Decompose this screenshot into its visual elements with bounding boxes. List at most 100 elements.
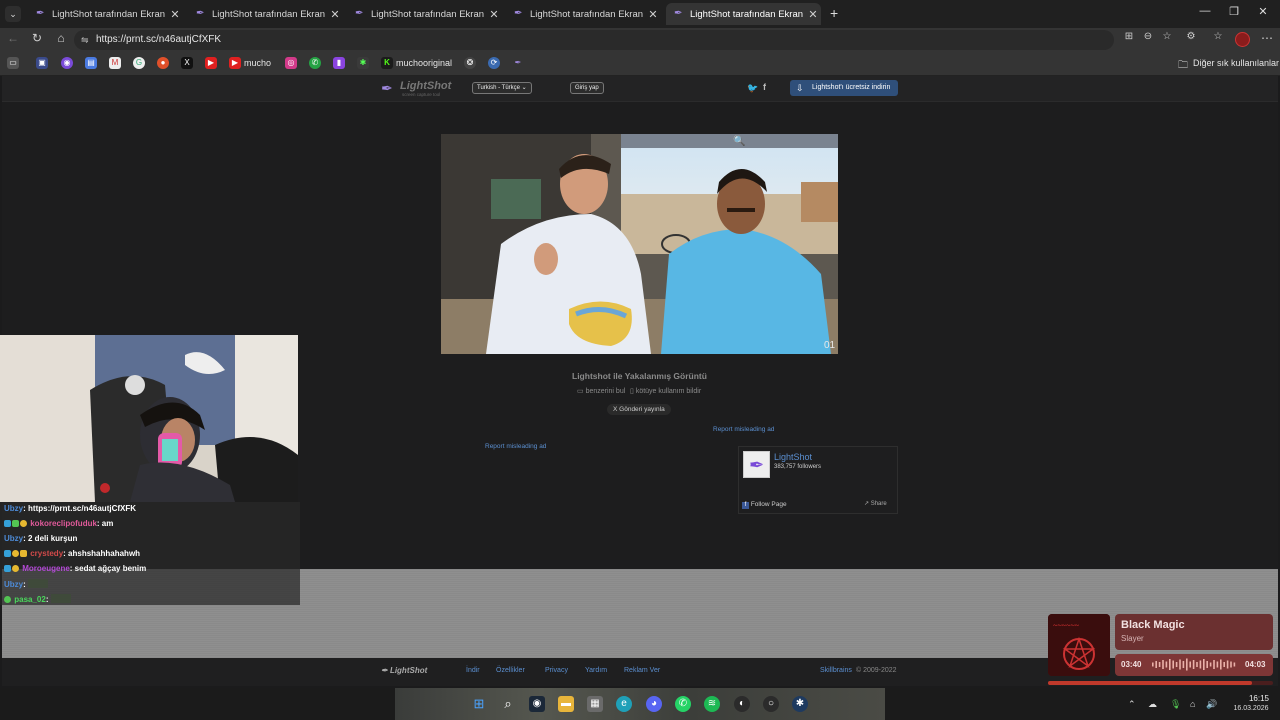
- footer-link-privacy[interactable]: Privacy: [545, 667, 568, 674]
- edge-icon[interactable]: e: [616, 696, 632, 712]
- youtube-mucho-icon[interactable]: ▶: [229, 57, 241, 69]
- language-select[interactable]: Turkish - Türkçe ⌄: [472, 82, 532, 94]
- footer-link-help[interactable]: Yardım: [585, 667, 607, 674]
- whatsapp-icon[interactable]: ✆: [675, 696, 691, 712]
- zoom-icon[interactable]: ⊖: [1139, 31, 1157, 42]
- discord-icon[interactable]: ◕: [646, 696, 662, 712]
- lightshot-logo[interactable]: LightShot: [400, 80, 451, 92]
- whatsapp-icon[interactable]: ✆: [309, 57, 321, 69]
- bookmark-icon-2[interactable]: ▣: [36, 57, 48, 69]
- back-icon[interactable]: ←: [4, 31, 22, 45]
- address-bar[interactable]: ⇋ https://prnt.sc/n46autjCfXFK: [74, 30, 1114, 50]
- maximize-icon[interactable]: ❐: [1219, 5, 1249, 18]
- bookmark-icon-5[interactable]: ❂: [464, 57, 476, 69]
- volume-icon[interactable]: 🔊: [1206, 699, 1217, 710]
- network-icon[interactable]: ⌂: [1190, 699, 1195, 709]
- kick-icon[interactable]: ✱: [357, 57, 369, 69]
- google-icon[interactable]: G: [133, 57, 145, 69]
- report-misleading-ad-link[interactable]: Report misleading ad: [713, 426, 774, 433]
- close-icon[interactable]: ✕: [486, 8, 502, 21]
- twitter-icon[interactable]: 🐦: [747, 83, 758, 94]
- fb-share-button[interactable]: ↗ Share: [864, 500, 887, 507]
- close-icon[interactable]: ✕: [327, 8, 343, 21]
- bookmark-icon-4[interactable]: ▤: [85, 57, 97, 69]
- bookmark-icon-6[interactable]: ⟳: [488, 57, 500, 69]
- obs-icon[interactable]: ◐: [734, 696, 750, 712]
- waveform-bar: [1162, 660, 1164, 669]
- footer-company-link[interactable]: Skillbrains: [820, 667, 852, 674]
- chat-text: : ahshshahhahahwh: [63, 549, 141, 558]
- app-settings-icon[interactable]: ✱: [792, 696, 808, 712]
- tab-actions-chevron-icon[interactable]: ⌄: [5, 6, 21, 22]
- kick-muchooriginal-icon[interactable]: K: [381, 57, 393, 69]
- tab-5-active[interactable]: ✒ LightShot tarafından Ekran Görüntüsü✕: [666, 3, 821, 25]
- download-button[interactable]: ⇩ Lightshot'ı ücretsiz indirin: [790, 80, 898, 96]
- find-similar-link[interactable]: ▭ benzerini bul: [577, 387, 625, 395]
- app-icon[interactable]: ○: [763, 696, 779, 712]
- site-info-icon[interactable]: ⇋: [81, 30, 89, 50]
- x-icon[interactable]: X: [181, 57, 193, 69]
- profile-avatar[interactable]: [1235, 32, 1250, 47]
- tweet-button[interactable]: X Gönderi yayınla: [607, 404, 671, 415]
- clock-time[interactable]: 16:15: [1240, 694, 1278, 703]
- facebook-icon[interactable]: f: [763, 82, 766, 92]
- refresh-icon[interactable]: ↻: [28, 31, 46, 45]
- fb-follow-button[interactable]: f Follow Page: [742, 500, 787, 510]
- waveform-bar: [1155, 661, 1157, 668]
- home-icon[interactable]: ⌂: [52, 31, 70, 45]
- onedrive-icon[interactable]: ☁: [1148, 699, 1157, 710]
- report-label: kötüye kullanım bildir: [635, 388, 702, 395]
- minimize-icon[interactable]: —: [1190, 5, 1220, 17]
- bookmark-icon-1[interactable]: ▭: [7, 57, 19, 69]
- youtube-icon[interactable]: ▶: [205, 57, 217, 69]
- new-tab-button[interactable]: +: [830, 5, 838, 21]
- extensions-icon[interactable]: ⚙: [1182, 31, 1200, 42]
- search-icon[interactable]: ⌕: [500, 696, 516, 712]
- footer-link-features[interactable]: Özellikler: [496, 667, 525, 674]
- favorite-star-icon[interactable]: ☆: [1158, 31, 1176, 42]
- bookmark-icon-3[interactable]: ◉: [61, 57, 73, 69]
- tab-1[interactable]: ✒ LightShot tarafından Ekran Görüntüsü✕: [28, 3, 183, 25]
- window-close-icon[interactable]: ✕: [1248, 5, 1278, 18]
- more-menu-icon[interactable]: ⋯: [1258, 31, 1276, 45]
- webcam-overlay: [0, 335, 298, 502]
- tab-2[interactable]: ✒ LightShot tarafından Ekran Görüntüsü✕: [188, 3, 343, 25]
- file-explorer-icon[interactable]: ▬: [558, 696, 574, 712]
- camera-icon: ▭: [577, 388, 584, 395]
- close-icon[interactable]: ✕: [645, 8, 661, 21]
- tray-expand-icon[interactable]: ⌃: [1128, 699, 1136, 710]
- twitch-icon[interactable]: ▮: [333, 57, 345, 69]
- waveform-bar: [1203, 659, 1205, 670]
- fb-page-name[interactable]: LightShot: [774, 452, 812, 462]
- store-icon[interactable]: ▦: [587, 696, 603, 712]
- microphone-icon[interactable]: 🎙: [1170, 699, 1181, 710]
- close-icon[interactable]: ✕: [805, 8, 821, 21]
- favorites-icon[interactable]: ☆: [1209, 31, 1227, 42]
- instagram-icon[interactable]: ◎: [285, 57, 297, 69]
- bookmark-muchooriginal[interactable]: muchooriginal: [396, 58, 452, 68]
- close-icon[interactable]: ✕: [167, 8, 183, 21]
- other-favorites[interactable]: Diğer sık kullanılanlar: [1193, 58, 1279, 68]
- report-misleading-ad-link-2[interactable]: Report misleading ad: [485, 443, 546, 450]
- tab-3[interactable]: ✒ LightShot tarafından Ekran Görüntüsü✕: [347, 3, 502, 25]
- bookmark-mucho[interactable]: mucho: [244, 58, 271, 68]
- windows-start-icon[interactable]: ⊞: [471, 696, 487, 712]
- footer-link-advertise[interactable]: Reklam Ver: [624, 667, 660, 674]
- login-button[interactable]: Giriş yap: [570, 82, 604, 94]
- reddit-icon[interactable]: ●: [157, 57, 169, 69]
- spotify-icon[interactable]: ≋: [704, 696, 720, 712]
- taskbar-center: [395, 688, 885, 720]
- report-abuse-link[interactable]: ▯ kötüye kullanım bildir: [630, 387, 701, 395]
- lightshot-bookmark-icon[interactable]: ✒: [512, 57, 524, 69]
- lightshot-avatar[interactable]: ✒: [743, 451, 770, 478]
- clock-date[interactable]: 16.03.2026: [1226, 705, 1276, 712]
- screenshot-image[interactable]: 01: [441, 134, 838, 354]
- steam-icon[interactable]: ◉: [529, 696, 545, 712]
- gmail-icon[interactable]: M: [109, 57, 121, 69]
- footer-logo[interactable]: ✒ LightShot: [381, 666, 427, 675]
- trash-icon: ▯: [630, 388, 634, 395]
- tab-4[interactable]: ✒ LightShot tarafından Ekran Görüntüsü✕: [506, 3, 661, 25]
- footer-link-download[interactable]: İndir: [466, 667, 480, 674]
- zoom-cursor-icon: 🔍: [733, 136, 746, 147]
- split-screen-icon[interactable]: ⊞: [1120, 31, 1138, 42]
